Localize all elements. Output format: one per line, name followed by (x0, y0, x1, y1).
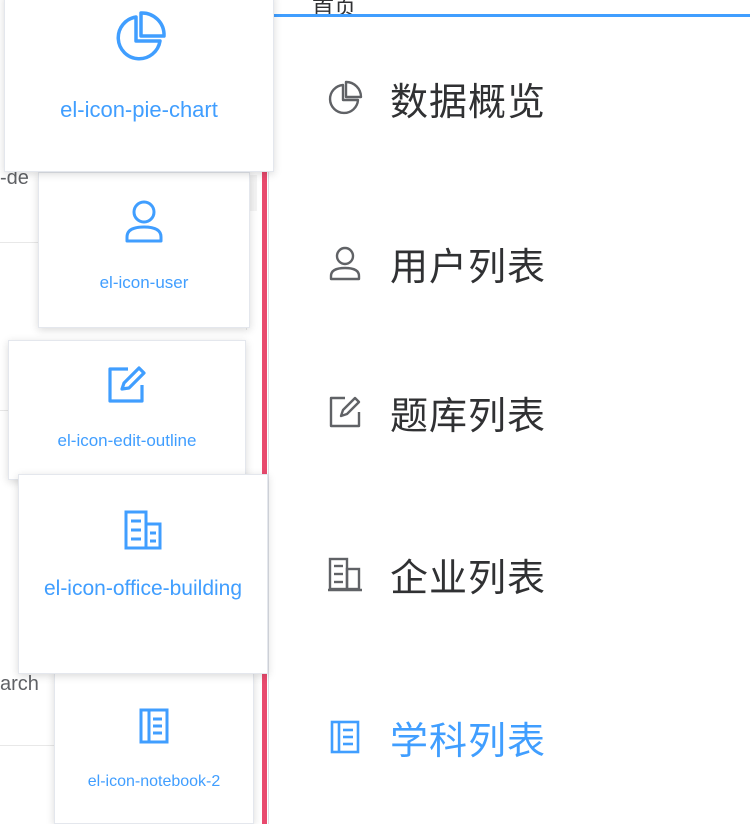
icon-card-office-building[interactable]: el-icon-office-building (18, 474, 268, 674)
menu-active-underline (268, 14, 750, 17)
menu-header-fragment[interactable]: 首页 (312, 0, 356, 22)
sidebar-item-label: 用户列表 (390, 246, 547, 289)
icon-card-label: el-icon-pie-chart (60, 97, 218, 122)
icon-card-pie-chart[interactable]: el-icon-pie-chart (4, 0, 274, 172)
icon-card-notebook[interactable]: el-icon-notebook-2 (54, 672, 254, 824)
sidebar-item-data-overview[interactable]: 数据概览 (326, 76, 546, 124)
icon-card-label: el-icon-notebook-2 (87, 773, 221, 790)
icon-card-label: el-icon-edit-outline (57, 431, 197, 450)
user-icon (125, 200, 163, 243)
icon-card-edit-outline[interactable]: el-icon-edit-outline (8, 340, 246, 480)
notebook-icon (330, 720, 360, 754)
docs-text-fragment: arch (0, 673, 39, 695)
icon-card-label: el-icon-user (99, 273, 189, 292)
edit-outline-icon (108, 366, 146, 403)
sidebar-item-label: 数据概览 (390, 81, 547, 124)
table-divider (0, 745, 56, 746)
sidebar-item-user-list[interactable]: 用户列表 (326, 241, 546, 289)
office-building-icon (328, 557, 362, 592)
icon-card-user[interactable]: el-icon-user (38, 172, 250, 328)
sidebar-item-label: 学科列表 (390, 720, 547, 763)
sidebar-item-question-bank[interactable]: 题库列表 (326, 390, 546, 438)
icon-card-label: el-icon-office-building (43, 577, 243, 600)
office-building-icon (124, 510, 162, 550)
scroll-marker (250, 175, 257, 211)
sidebar-item-company-list[interactable]: 企业列表 (326, 552, 546, 600)
pie-chart-icon (116, 11, 166, 61)
edit-outline-icon (329, 396, 361, 428)
sidebar-item-subject-list[interactable]: 学科列表 (326, 715, 546, 763)
table-divider (0, 242, 40, 243)
user-icon (329, 246, 361, 281)
sidebar-item-label: 题库列表 (390, 395, 547, 438)
notebook-icon (139, 708, 169, 744)
sidebar-item-label: 企业列表 (390, 557, 547, 600)
pie-chart-icon (328, 80, 363, 115)
